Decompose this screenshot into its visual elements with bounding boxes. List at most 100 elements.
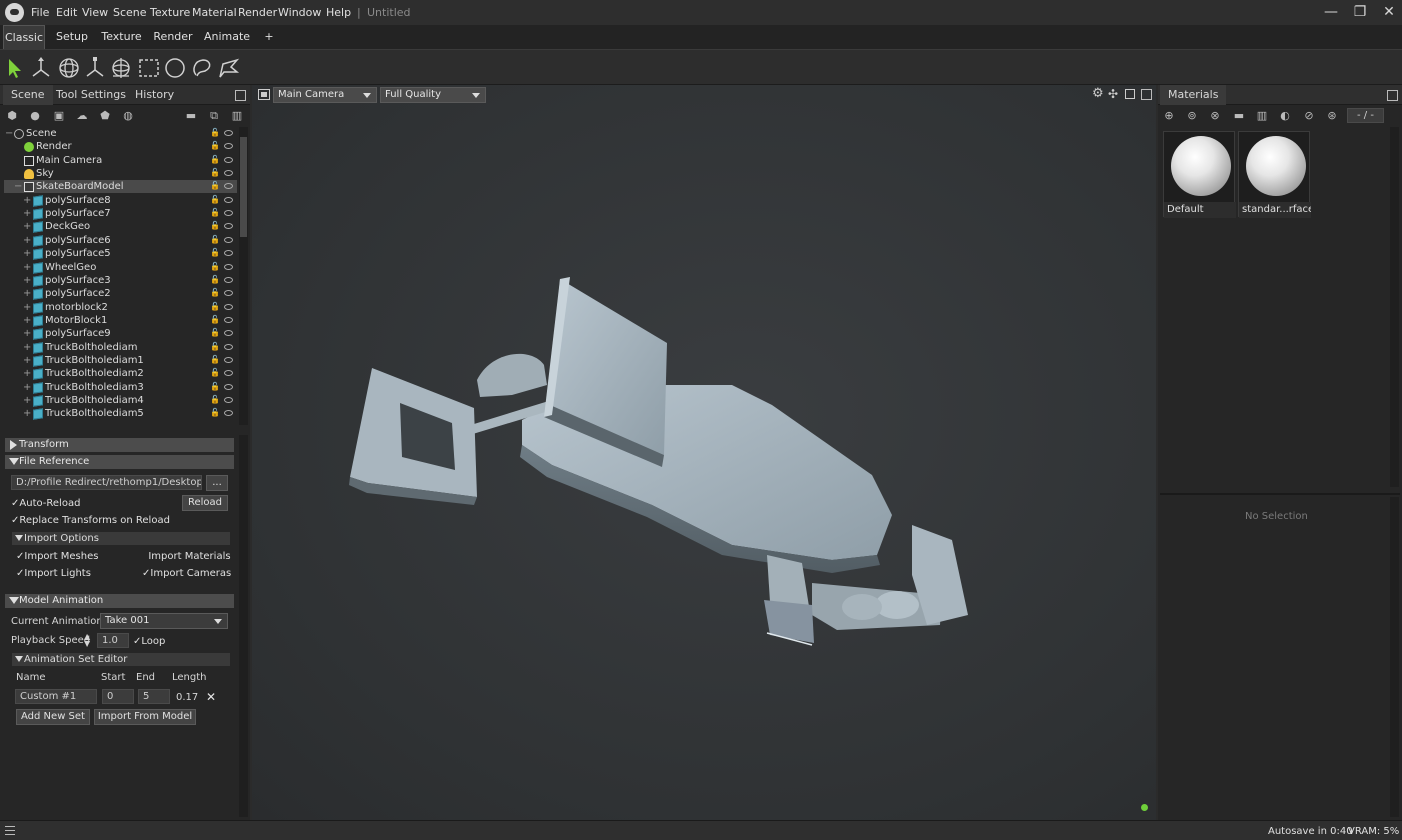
materials-scrollbar[interactable] <box>1390 127 1399 487</box>
tree-expander-icon[interactable]: + <box>23 247 31 260</box>
menu-view[interactable]: View <box>82 6 108 19</box>
materials-popout-icon[interactable] <box>1387 90 1398 101</box>
console-icon[interactable] <box>5 826 15 835</box>
reload-button[interactable]: Reload <box>182 495 228 511</box>
menu-window[interactable]: Window <box>278 6 321 19</box>
menu-render[interactable]: Render <box>238 6 277 19</box>
visibility-eye-icon[interactable] <box>224 183 233 190</box>
visibility-eye-icon[interactable] <box>224 143 233 150</box>
visibility-eye-icon[interactable] <box>224 370 233 377</box>
lock-icon[interactable]: 🔓 <box>210 208 220 218</box>
material-page-counter[interactable]: - / - <box>1347 108 1384 123</box>
browse-button[interactable]: ... <box>206 475 228 491</box>
properties-scrollbar[interactable] <box>239 435 248 817</box>
tab-setup[interactable]: Setup <box>50 25 94 49</box>
freehand-select-icon[interactable] <box>217 56 241 80</box>
import-cameras-checkbox[interactable]: ✓Import Cameras <box>142 568 231 579</box>
menu-edit[interactable]: Edit <box>56 6 77 19</box>
tree-row[interactable]: − SkateBoardModel 🔓 <box>4 180 237 194</box>
tree-expander-icon[interactable]: + <box>23 341 31 354</box>
menu-file[interactable]: File <box>31 6 49 19</box>
tree-row[interactable]: + polySurface7 🔓 <box>4 207 237 220</box>
select-tool-icon[interactable] <box>3 56 27 80</box>
tree-row[interactable]: + polySurface3 🔓 <box>4 274 237 287</box>
lasso-select-icon[interactable] <box>190 56 214 80</box>
tree-row[interactable]: + TruckBoltholediam1 🔓 <box>4 354 237 367</box>
visibility-eye-icon[interactable] <box>224 250 233 257</box>
import-from-model-button[interactable]: Import From Model <box>94 709 196 725</box>
tree-row[interactable]: + polySurface8 🔓 <box>4 194 237 207</box>
lock-icon[interactable]: 🔓 <box>210 141 220 151</box>
rotate-tool-icon[interactable] <box>57 56 81 80</box>
menu-material[interactable]: Material <box>192 6 237 19</box>
tree-expander-icon[interactable]: + <box>23 314 31 327</box>
transform-section[interactable]: Transform <box>5 438 234 452</box>
lock-icon[interactable]: 🔓 <box>210 128 220 138</box>
duplicate-icon[interactable]: ⧉ <box>207 110 221 122</box>
tree-expander-icon[interactable]: + <box>23 394 31 407</box>
lock-icon[interactable]: 🔓 <box>210 235 220 245</box>
tree-row[interactable]: + DeckGeo 🔓 <box>4 220 237 234</box>
scale-tool-icon[interactable] <box>83 56 107 80</box>
pivot-tool-icon[interactable] <box>109 56 133 80</box>
visibility-eye-icon[interactable] <box>224 383 233 390</box>
tree-row[interactable]: + MotorBlock1 🔓 <box>4 314 237 327</box>
tree-row[interactable]: Sky 🔓 <box>4 167 237 180</box>
material-folder-icon[interactable]: ▬ <box>1232 110 1246 122</box>
tab-animate[interactable]: Animate <box>201 25 253 49</box>
visibility-eye-icon[interactable] <box>224 290 233 297</box>
tab-render[interactable]: Render <box>150 25 196 49</box>
lock-icon[interactable]: 🔓 <box>210 355 220 365</box>
tab-history[interactable]: History <box>127 85 182 105</box>
material-default[interactable]: Default <box>1163 131 1236 218</box>
import-lights-checkbox[interactable]: ✓Import Lights <box>16 568 91 579</box>
visibility-eye-icon[interactable] <box>224 170 233 177</box>
visibility-eye-icon[interactable] <box>224 410 233 417</box>
lock-icon[interactable]: 🔓 <box>210 368 220 378</box>
visibility-eye-icon[interactable] <box>224 210 233 217</box>
delete-set-icon[interactable]: ✕ <box>206 690 216 704</box>
replace-transforms-checkbox[interactable]: ✓Replace Transforms on Reload <box>11 515 170 526</box>
visibility-eye-icon[interactable] <box>224 343 233 350</box>
tab-tool-settings[interactable]: Tool Settings <box>48 85 134 105</box>
playback-speed-field[interactable]: 1.0 <box>97 633 129 648</box>
lock-icon[interactable]: 🔓 <box>210 262 220 272</box>
tree-expander-icon[interactable]: − <box>14 180 22 193</box>
tree-expander-icon[interactable]: + <box>23 327 31 340</box>
lock-icon[interactable]: 🔓 <box>210 328 220 338</box>
visibility-eye-icon[interactable] <box>224 263 233 270</box>
add-object-icon[interactable]: ⬢ <box>5 110 19 122</box>
tree-expander-icon[interactable]: + <box>23 381 31 394</box>
skateboard-model[interactable] <box>252 85 1156 820</box>
lock-icon[interactable]: 🔓 <box>210 315 220 325</box>
model-animation-section[interactable]: Model Animation <box>5 594 234 608</box>
tree-row[interactable]: Render 🔓 <box>4 140 237 153</box>
rear-truck-mount[interactable] <box>477 353 547 397</box>
loop-checkbox[interactable]: ✓Loop <box>133 636 165 647</box>
auto-reload-checkbox[interactable]: ✓Auto-Reload <box>11 498 80 509</box>
tab-scene[interactable]: Scene <box>3 85 53 105</box>
lock-icon[interactable]: 🔓 <box>210 275 220 285</box>
add-tab-button[interactable]: + <box>258 25 280 49</box>
visibility-eye-icon[interactable] <box>224 130 233 136</box>
tree-expander-icon[interactable]: + <box>23 234 31 247</box>
duplicate-material-icon[interactable]: ⊚ <box>1185 110 1199 122</box>
tree-row[interactable]: − Scene 🔓 <box>4 127 237 140</box>
tree-expander-icon[interactable]: + <box>23 301 31 314</box>
tree-expander-icon[interactable]: + <box>23 261 31 274</box>
lock-icon[interactable]: 🔓 <box>210 408 220 418</box>
visibility-eye-icon[interactable] <box>224 303 233 310</box>
tree-row[interactable]: + polySurface2 🔓 <box>4 287 237 300</box>
visibility-eye-icon[interactable] <box>224 236 233 243</box>
delete-icon[interactable]: ▥ <box>230 110 244 122</box>
folder-icon[interactable]: ▬ <box>184 110 198 122</box>
lock-icon[interactable]: 🔓 <box>210 221 220 231</box>
lock-icon[interactable]: 🔓 <box>210 168 220 178</box>
tree-scrollbar[interactable] <box>239 127 248 425</box>
tree-expander-icon[interactable]: + <box>23 367 31 380</box>
lock-icon[interactable]: 🔓 <box>210 288 220 298</box>
visibility-eye-icon[interactable] <box>224 330 233 337</box>
popout-icon[interactable] <box>235 90 246 101</box>
pick-material-icon[interactable]: ⊘ <box>1302 110 1316 122</box>
add-light-icon[interactable]: ● <box>28 110 42 122</box>
